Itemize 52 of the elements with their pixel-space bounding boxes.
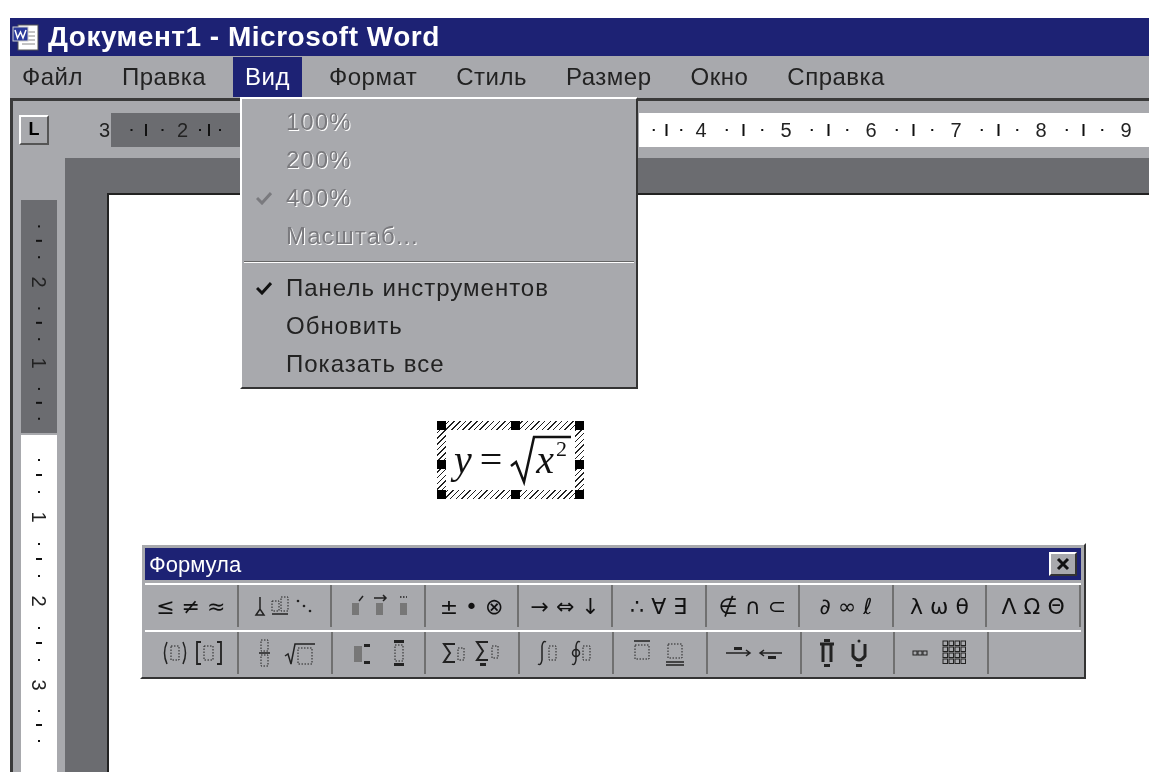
symbol-palette-button[interactable]: ≤ ≠ ≈ — [145, 585, 239, 627]
close-button[interactable] — [1049, 552, 1077, 576]
symbol-palette-button[interactable]: Λ Ω Θ — [987, 585, 1081, 627]
toolbar-title: Формула — [149, 550, 242, 579]
resize-handle[interactable] — [575, 421, 585, 430]
symbol-palette-button[interactable]: ∉ ∩ ⊂ — [706, 585, 801, 627]
equation-radicand: x — [536, 436, 555, 484]
check-icon — [256, 281, 272, 295]
ruler-number: 3 — [29, 679, 49, 691]
ruler-number: 3 — [99, 117, 111, 143]
ruler-number: 2 — [177, 117, 189, 143]
ruler-number: 1 — [29, 357, 49, 369]
ruler-number: 9 — [1119, 117, 1133, 143]
ruler-number: 8 — [1034, 117, 1048, 143]
menu-option[interactable]: Обновить — [242, 307, 636, 345]
resize-handle[interactable] — [510, 421, 520, 430]
close-icon — [1056, 557, 1070, 571]
ruler-number: 6 — [864, 117, 878, 143]
menu-item[interactable]: Окно — [678, 57, 761, 97]
symbol-palette-button[interactable]: ∴ ∀ ∃ — [612, 585, 707, 627]
ruler-number: 4 — [694, 117, 708, 143]
symbol-palette-button[interactable]: λ ω θ — [893, 585, 988, 627]
ruler-number: 2 — [29, 276, 49, 288]
ruler-number: 1 — [29, 511, 49, 523]
symbol-palette-button[interactable]: ± • ⊗ — [425, 585, 520, 627]
check-icon — [256, 191, 272, 205]
resize-handle[interactable] — [575, 490, 585, 499]
menu-item[interactable]: Файл — [10, 57, 95, 97]
ruler-number: 2 — [29, 595, 49, 607]
ruler-number: 5 — [779, 117, 793, 143]
menu-item[interactable]: Формат — [317, 57, 430, 97]
resize-handle[interactable] — [575, 460, 585, 469]
menu-option[interactable]: Показать все — [242, 345, 636, 383]
menu-item[interactable]: Размер — [554, 57, 664, 97]
menu-item[interactable]: Правка — [110, 57, 219, 97]
menu-item[interactable]: Справка — [775, 57, 897, 97]
document-icon[interactable] — [12, 22, 42, 52]
resize-handle[interactable] — [437, 421, 446, 430]
radical-sign-icon — [510, 434, 573, 486]
menu-option[interactable]: Панель инструментов — [242, 269, 636, 307]
menu-item[interactable]: Стиль — [444, 57, 540, 97]
resize-handle[interactable] — [437, 490, 446, 499]
menu-item[interactable]: Вид — [233, 57, 302, 97]
equation-relation: = — [479, 436, 503, 484]
equation-exponent: 2 — [556, 435, 568, 463]
resize-handle[interactable] — [510, 490, 520, 499]
symbol-palette-button[interactable]: → ⇔ ↓ — [519, 585, 613, 627]
resize-handle[interactable] — [437, 460, 446, 469]
ruler-number: 7 — [949, 117, 963, 143]
symbol-palette-button[interactable]: ∂ ∞ ℓ — [800, 585, 894, 627]
window-title: Документ1 - Microsoft Word — [48, 20, 440, 54]
tab-selector[interactable]: L — [19, 114, 49, 145]
